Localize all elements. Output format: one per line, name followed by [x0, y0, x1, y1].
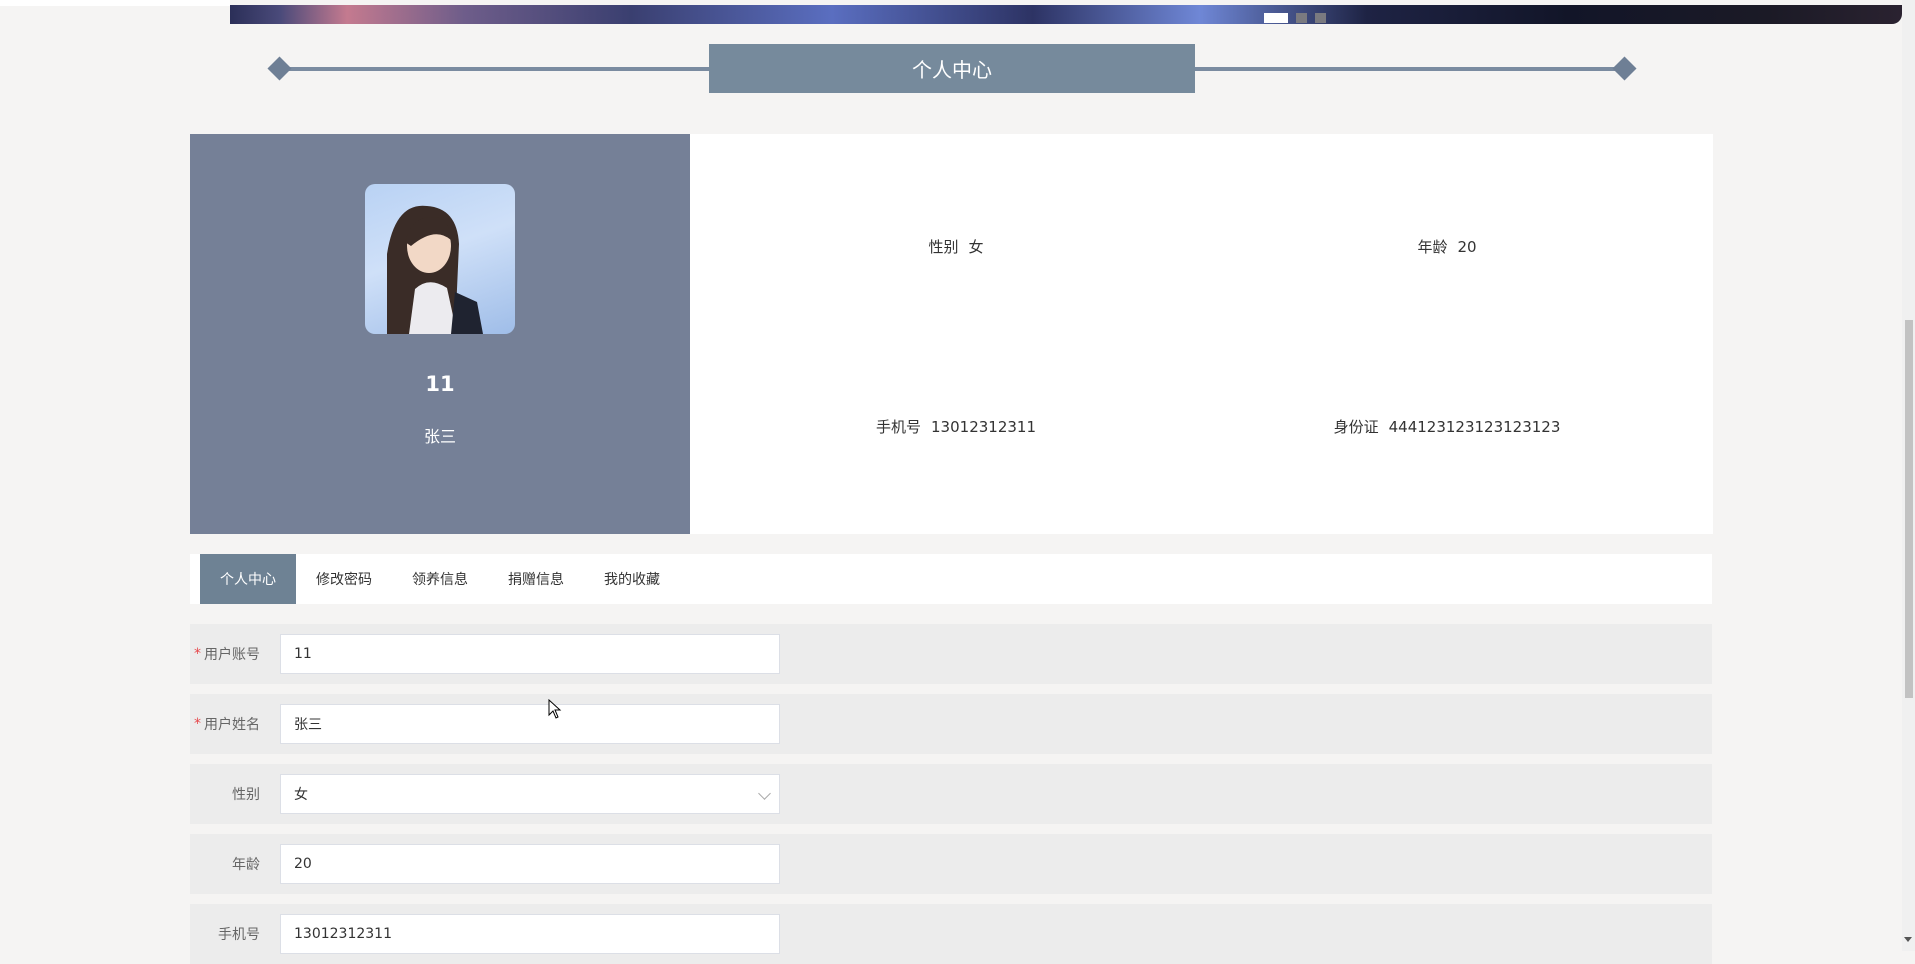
info-label: 身份证 [1333, 418, 1379, 436]
field-label: 手机号 [218, 927, 260, 943]
form-row-name: * 用户姓名 张三 [190, 694, 1712, 754]
carousel-dot-2[interactable] [1296, 13, 1307, 23]
info-age: 年龄 20 [1417, 236, 1476, 257]
field-label: 性别 [232, 787, 260, 803]
profile-card: 11 张三 [190, 134, 690, 534]
tab-donation-info[interactable]: 捐赠信息 [488, 554, 584, 604]
account-input[interactable]: 11 [280, 634, 780, 674]
tab-personal-center[interactable]: 个人中心 [200, 554, 296, 604]
field-label: * 用户账号 [194, 646, 260, 663]
gender-select[interactable]: 女 [280, 774, 780, 814]
info-id-card: 身份证 444123123123123123 [1334, 416, 1561, 437]
info-value: 20 [1457, 238, 1477, 256]
gender-select-value: 女 [294, 787, 308, 803]
scroll-down-arrow-icon[interactable] [1904, 937, 1912, 942]
info-gender: 性别女 [928, 236, 983, 257]
profile-name: 张三 [423, 427, 456, 446]
name-input[interactable]: 张三 [280, 704, 780, 744]
info-value: 444123123123123123 [1388, 418, 1561, 436]
info-label: 性别 [928, 238, 959, 256]
tab-bar: 个人中心 修改密码 领养信息 捐赠信息 我的收藏 [190, 554, 1712, 604]
diamond-right-icon [1612, 56, 1637, 81]
scrollbar-thumb[interactable] [1905, 320, 1913, 698]
required-mark: * [194, 716, 201, 732]
profile-account: 11 [425, 372, 455, 396]
field-label: 年龄 [232, 857, 260, 873]
tab-change-password[interactable]: 修改密码 [296, 554, 392, 604]
form-row-phone: 手机号 13012312311 [190, 904, 1712, 964]
tab-adoption-info[interactable]: 领养信息 [392, 554, 488, 604]
mouse-cursor-icon [548, 699, 562, 719]
carousel-dot-1[interactable] [1264, 13, 1288, 23]
form-row-age: 年龄 20 [190, 834, 1712, 894]
info-label: 手机号 [876, 418, 922, 436]
age-input[interactable]: 20 [280, 844, 780, 884]
info-value: 13012312311 [931, 418, 1036, 436]
avatar [365, 184, 515, 334]
scrollbar[interactable] [1902, 0, 1915, 951]
form-row-account: * 用户账号 11 [190, 624, 1712, 684]
field-label: * 用户姓名 [194, 716, 260, 733]
tab-my-favorites[interactable]: 我的收藏 [584, 554, 680, 604]
info-phone: 手机号 13012312311 [876, 416, 1036, 437]
form-row-gender: 性别 女 [190, 764, 1712, 824]
info-value: 女 [968, 238, 984, 256]
chevron-down-icon [758, 787, 771, 800]
banner-carousel[interactable] [230, 5, 1902, 24]
diamond-left-icon [267, 56, 292, 81]
page-title: 个人中心 [709, 44, 1195, 93]
carousel-indicators [1264, 13, 1326, 23]
required-mark: * [194, 646, 201, 662]
carousel-dot-3[interactable] [1315, 13, 1326, 23]
profile-info-panel: 性别女 年龄 20 手机号 13012312311 身份证 4441231231231… [690, 134, 1713, 534]
phone-input[interactable]: 13012312311 [280, 914, 780, 954]
info-label: 年龄 [1417, 238, 1448, 256]
avatar-portrait-icon [387, 205, 483, 334]
